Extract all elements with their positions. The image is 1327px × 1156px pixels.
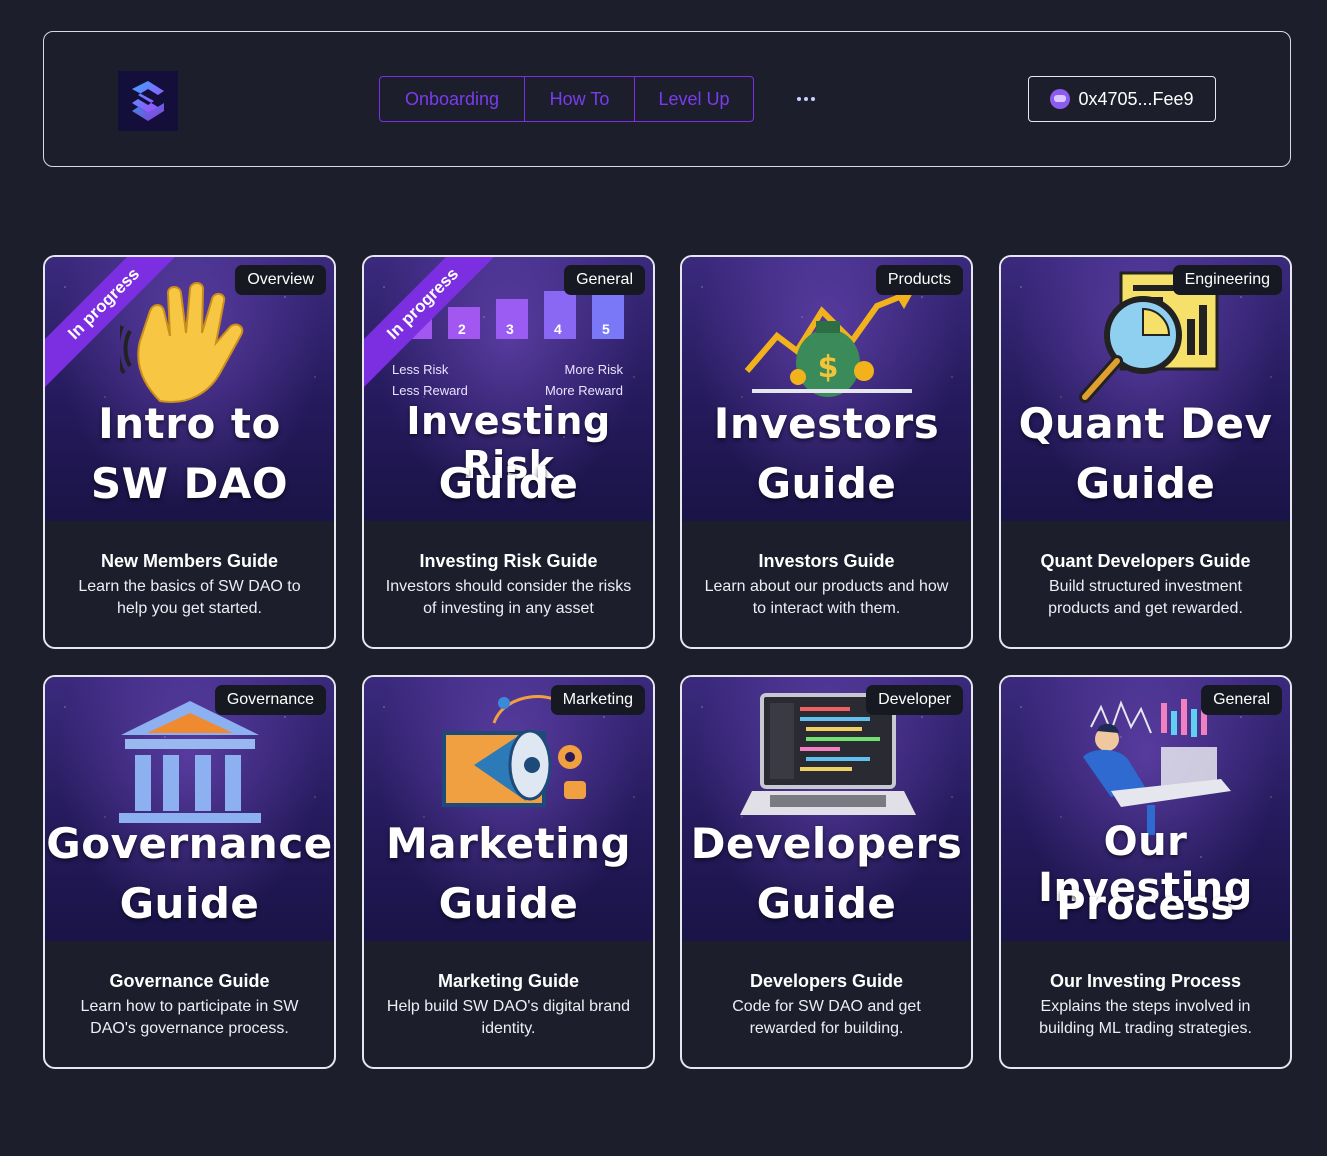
card-image-title-line1: Developers [690, 819, 963, 868]
tab-how-to[interactable]: How To [525, 77, 635, 121]
card-image: Our Investing Process [1001, 677, 1290, 941]
card-image-title-line2: Guide [438, 459, 579, 508]
risk-level-label: 4 [554, 321, 562, 337]
card-image-title-line2: Guide [756, 879, 897, 928]
guide-card-new-members[interactable]: Intro to SW DAO In progress Overview New… [43, 255, 336, 649]
card-image: $ Investors Guide [682, 257, 971, 521]
sw-dao-logo[interactable] [118, 71, 178, 131]
risk-level-label: 3 [506, 321, 514, 337]
card-image-title-line1: Quant Dev [1018, 399, 1273, 448]
dollar-sign-icon: $ [818, 350, 839, 385]
government-building-icon [119, 701, 261, 823]
logo-icon [132, 81, 164, 121]
wallet-avatar-icon [1050, 89, 1071, 109]
card-image-title-line2: Guide [1075, 459, 1216, 508]
card-image: Marketing Guide [364, 677, 653, 941]
more-risk-label: More Risk More Reward [545, 359, 623, 401]
guide-card-investing-risk[interactable]: 1 2 3 4 5 Less Risk Less Reward More Ris… [362, 255, 655, 649]
card-title: Investing Risk Guide [419, 551, 598, 571]
guide-card-developers[interactable]: Developers Guide Developer Developers Gu… [680, 675, 973, 1069]
card-image-title-line1: Governance [46, 819, 333, 868]
card-image-title-line2: SW DAO [90, 459, 289, 508]
category-tag: Overview [235, 265, 326, 295]
card-title: Governance Guide [109, 971, 270, 991]
guide-tabs: Onboarding How To Level Up [379, 76, 754, 122]
category-tag: Marketing [550, 685, 645, 715]
less-risk-label: Less Risk Less Reward [392, 359, 468, 401]
card-image: Quant Dev Guide [1001, 257, 1290, 521]
more-reward-text: More Reward [544, 383, 623, 398]
guide-card-governance[interactable]: Governance Guide Governance Governance G… [43, 675, 336, 1069]
wallet-button[interactable]: 0x4705...Fee9 [1028, 76, 1216, 122]
card-image: Governance Guide [45, 677, 334, 941]
card-description: Learn how to participate in SW DAO's gov… [80, 998, 299, 1037]
card-description: Help build SW DAO's digital brand identi… [386, 998, 631, 1037]
card-title: Investors Guide [758, 551, 895, 571]
tab-onboarding[interactable]: Onboarding [380, 77, 525, 121]
risk-level-label: 2 [458, 321, 466, 337]
card-description: Code for SW DAO and get rewarded for bui… [732, 998, 921, 1037]
card-image-title-line2: Guide [119, 879, 260, 928]
card-title: Our Investing Process [1049, 971, 1242, 991]
card-title: Quant Developers Guide [1040, 551, 1251, 571]
guide-card-quant-developers[interactable]: Quant Dev Guide Engineering Quant Develo… [999, 255, 1292, 649]
category-tag: Engineering [1172, 265, 1282, 295]
card-image-title-line1: Investors [713, 399, 940, 448]
guide-card-marketing[interactable]: Marketing Guide Marketing Marketing Guid… [362, 675, 655, 1069]
waving-hand-icon [120, 282, 244, 403]
card-image-title-line1: Marketing [385, 819, 632, 868]
money-bag-growth-icon: $ [744, 289, 914, 397]
more-risk-text: More Risk [564, 362, 623, 377]
more-options-icon[interactable] [795, 88, 817, 110]
card-title: Developers Guide [749, 971, 904, 991]
guide-card-investors[interactable]: $ Investors Guide Products Investors Gui… [680, 255, 973, 649]
card-description: Learn the basics of SW DAO to help you g… [78, 578, 301, 617]
card-image-title-line2: Guide [756, 459, 897, 508]
guide-card-investing-process[interactable]: Our Investing Process General Our Invest… [999, 675, 1292, 1069]
wallet-address: 0x4705...Fee9 [1078, 88, 1194, 109]
card-title: Marketing Guide [437, 971, 580, 991]
risk-level-label: 5 [602, 321, 610, 337]
category-tag: Developer [866, 685, 963, 715]
card-image: Developers Guide [682, 677, 971, 941]
category-tag: Products [875, 265, 963, 295]
category-tag: General [564, 265, 645, 295]
category-tag: General [1201, 685, 1282, 715]
category-tag: Governance [214, 685, 326, 715]
less-risk-text: Less Risk [392, 362, 449, 377]
card-description: Investors should consider the risks of i… [385, 578, 632, 617]
card-description: Build structured investment products and… [1048, 578, 1243, 617]
less-reward-text: Less Reward [392, 383, 468, 398]
card-image-title-line2: Process [1056, 883, 1235, 929]
card-description: Explains the steps involved in building … [1039, 998, 1252, 1037]
card-image-title-line2: Guide [438, 879, 579, 928]
top-navbar: Onboarding How To Level Up 0x4705...Fee9 [43, 31, 1291, 167]
card-description: Learn about our products and how to inte… [704, 578, 949, 617]
card-title: New Members Guide [100, 551, 279, 571]
card-image-title-line1: Intro to [98, 399, 281, 448]
tab-level-up[interactable]: Level Up [635, 77, 753, 121]
